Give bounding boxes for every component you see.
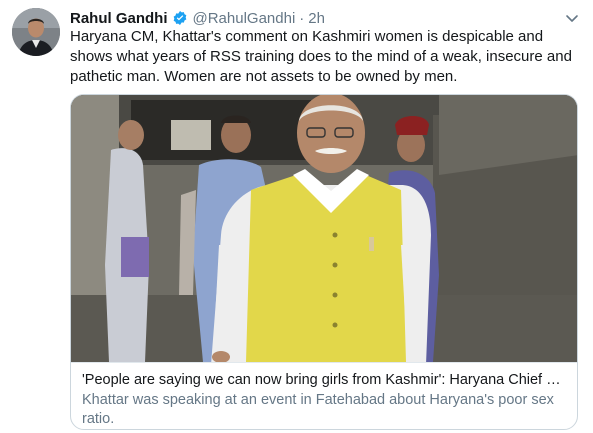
separator-dot: · <box>299 9 305 27</box>
tweet: Rahul Gandhi @RahulGandhi · 2h Haryana C… <box>0 0 593 433</box>
tweet-header: Rahul Gandhi @RahulGandhi · 2h <box>70 9 325 27</box>
card-body: 'People are saying we can now bring girl… <box>71 362 577 429</box>
card-description: Khattar was speaking at an event in Fate… <box>82 392 554 427</box>
tweet-text: Haryana CM, Khattar's comment on Kashmir… <box>70 28 572 85</box>
author-avatar[interactable] <box>12 8 60 56</box>
author-display-name[interactable]: Rahul Gandhi <box>70 10 168 27</box>
tweet-timestamp[interactable]: 2h <box>308 10 325 27</box>
verified-badge-icon <box>173 11 186 25</box>
author-handle[interactable]: @RahulGandhi <box>193 10 296 27</box>
card-image <box>71 95 577 362</box>
chevron-down-icon[interactable] <box>564 10 580 26</box>
link-card[interactable]: 'People are saying we can now bring girl… <box>70 94 578 430</box>
avatar-photo <box>12 8 60 56</box>
card-title[interactable]: 'People are saying we can now bring girl… <box>82 371 568 390</box>
